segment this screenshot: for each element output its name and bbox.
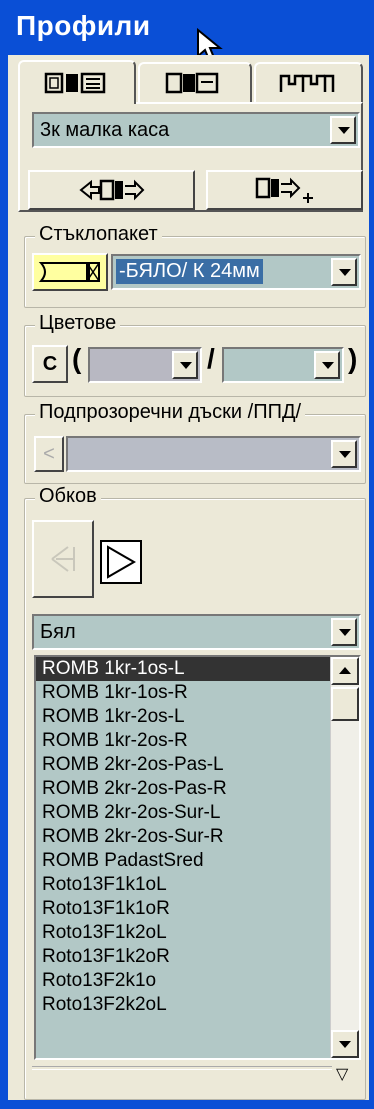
chevron-down-icon[interactable] <box>330 116 356 144</box>
inner-color-combo[interactable] <box>222 347 344 383</box>
chevron-down-icon[interactable] <box>172 351 198 379</box>
glass-pane-icon <box>38 262 100 282</box>
profile-insert-icon <box>78 179 144 201</box>
hardware-prev-button[interactable] <box>32 520 94 598</box>
list-item[interactable]: ROMB PadastSred <box>36 849 359 873</box>
hardware-list[interactable]: ROMB 1kr-1os-L ROMB 1kr-1os-R ROMB 1kr-2os… <box>34 655 361 1060</box>
sill-group-label: Подпрозоречни дъски /ППД/ <box>35 401 306 424</box>
sill-combo[interactable] <box>66 436 361 472</box>
arrow-left-outline-icon <box>51 546 75 572</box>
add-profile-button[interactable] <box>206 170 363 210</box>
footer-down-arrow-icon[interactable]: ▽ <box>336 1064 348 1084</box>
hardware-group-label: Обков <box>35 485 101 508</box>
chevron-down-icon[interactable] <box>331 440 357 468</box>
profile-frame-icon <box>44 72 106 94</box>
hardware-color-value: Бял <box>40 621 76 643</box>
list-item[interactable]: ROMB 2kr-2os-Sur-R <box>36 825 359 849</box>
list-item[interactable]: ROMB 1kr-2os-R <box>36 729 359 753</box>
list-item[interactable]: Roto13F2k2oL <box>36 993 359 1017</box>
scroll-up-icon[interactable] <box>331 657 359 685</box>
list-item[interactable]: ROMB 1kr-2os-L <box>36 705 359 729</box>
play-right-icon <box>107 545 137 579</box>
open-paren: ( <box>72 343 82 374</box>
profile-add-icon <box>255 177 313 203</box>
glass-type-button[interactable] <box>32 253 108 291</box>
list-item[interactable]: Roto13F2k1o <box>36 969 359 993</box>
footer-divider <box>32 1066 332 1070</box>
list-item[interactable]: Roto13F1k1oL <box>36 873 359 897</box>
list-item[interactable]: Roto13F1k2oR <box>36 945 359 969</box>
list-item[interactable]: Roto13F1k1oR <box>36 897 359 921</box>
colors-group-label: Цветове <box>35 312 121 335</box>
hardware-direction-button[interactable] <box>100 540 142 584</box>
glass-combo[interactable]: -БЯЛО/ К 24мм <box>111 254 361 290</box>
close-paren: ) <box>348 343 358 374</box>
color-c-button[interactable]: C <box>32 345 68 383</box>
chevron-down-icon[interactable] <box>314 351 340 379</box>
glass-combo-value: -БЯЛО/ К 24мм <box>116 259 263 284</box>
color-slash: / <box>207 343 215 374</box>
sill-left-button[interactable]: < <box>34 436 64 472</box>
profile-set-icon <box>279 74 334 92</box>
list-item[interactable]: ROMB 1kr-1os-L <box>36 657 359 681</box>
tab-profile-set[interactable] <box>254 62 363 102</box>
profile-combo-value: 3к малка каса <box>40 119 170 141</box>
hardware-list-items: ROMB 1kr-1os-L ROMB 1kr-1os-R ROMB 1kr-2os… <box>36 657 359 1017</box>
tab-profile-frame[interactable] <box>18 60 136 104</box>
chevron-down-icon[interactable] <box>331 618 357 646</box>
list-item[interactable]: ROMB 1kr-1os-R <box>36 681 359 705</box>
list-item[interactable]: ROMB 2kr-2os-Sur-L <box>36 801 359 825</box>
profile-sash-icon <box>165 72 219 94</box>
insert-profile-button[interactable] <box>28 170 195 210</box>
list-item[interactable]: Roto13F1k2oL <box>36 921 359 945</box>
list-item[interactable]: ROMB 2kr-2os-Pas-L <box>36 753 359 777</box>
tab-profile-sash[interactable] <box>138 62 252 102</box>
profile-combo[interactable]: 3к малка каса <box>32 112 360 148</box>
scroll-thumb[interactable] <box>331 687 359 721</box>
chevron-down-icon[interactable] <box>331 258 357 286</box>
glass-group-label: Стъклопакет <box>35 223 162 246</box>
hardware-list-scrollbar[interactable] <box>330 657 359 1058</box>
scroll-down-icon[interactable] <box>331 1030 359 1058</box>
hardware-color-combo[interactable]: Бял <box>32 614 361 650</box>
outer-color-combo[interactable] <box>88 347 202 383</box>
list-item[interactable]: ROMB 2kr-2os-Pas-R <box>36 777 359 801</box>
window-title: Профили <box>16 10 151 41</box>
